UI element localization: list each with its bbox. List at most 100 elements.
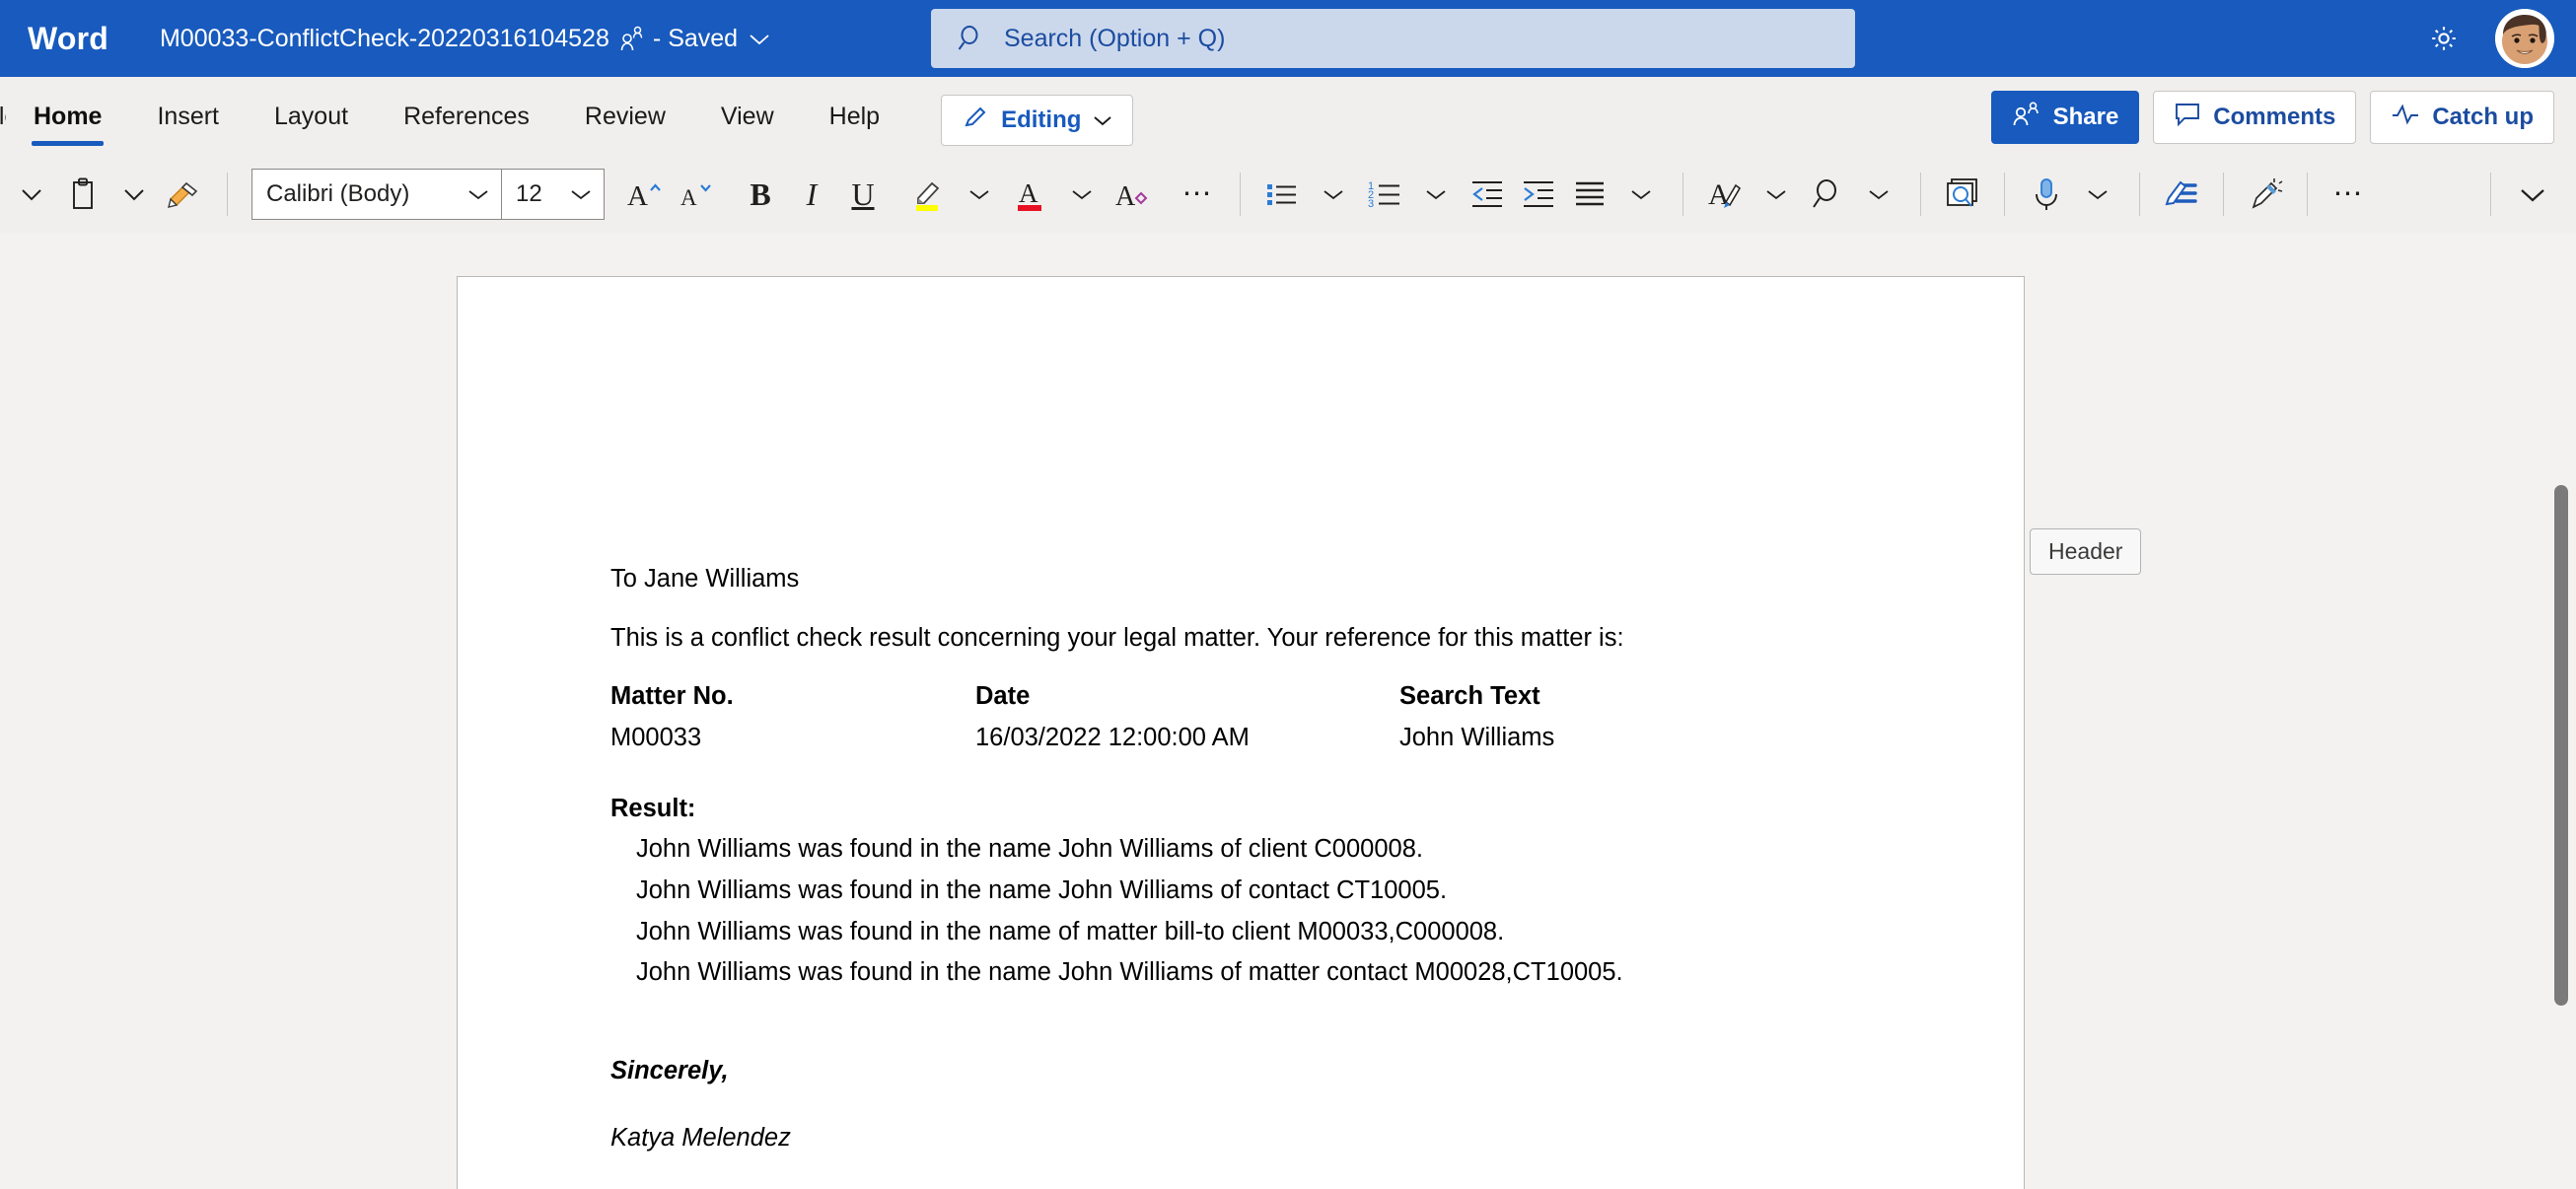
more-commands-dots: ⋯ — [2332, 177, 2366, 210]
designer-magic-icon[interactable] — [2240, 165, 2291, 224]
collapse-ribbon-chevron-icon[interactable] — [2507, 165, 2558, 224]
grow-font-icon[interactable]: A — [618, 165, 670, 224]
font-color-icon[interactable]: A — [1005, 165, 1056, 224]
tab-review[interactable]: Review — [557, 77, 693, 156]
align-left-icon[interactable] — [1564, 165, 1615, 224]
closing-line: Sincerely, — [610, 1056, 729, 1084]
clear-formatting-icon[interactable]: A — [1108, 165, 1159, 224]
toolbar-divider — [2223, 173, 2224, 216]
formatting-toolbar: Calibri (Body) 12 A A B I U A A ⋯ 1 2 3 … — [0, 156, 2576, 233]
activity-pulse-icon — [2391, 103, 2420, 133]
bulleted-list-icon[interactable] — [1256, 165, 1308, 224]
undo-chevron-icon[interactable] — [6, 165, 57, 224]
styles-chevron-icon[interactable] — [1751, 165, 1802, 224]
highlight-color-icon[interactable] — [902, 165, 954, 224]
tab-layout[interactable]: Layout — [247, 77, 376, 156]
tab-view[interactable]: View — [693, 77, 802, 156]
document-canvas[interactable]: To Jane Williams This is a conflict chec… — [0, 233, 2576, 1189]
shrink-font-icon[interactable]: A — [670, 165, 721, 224]
search-placeholder: Search (Option + Q) — [1004, 24, 1226, 52]
document-body[interactable]: To Jane Williams This is a conflict chec… — [610, 563, 1955, 1154]
find-chevron-icon[interactable] — [1853, 165, 1904, 224]
catch-up-button[interactable]: Catch up — [2370, 91, 2554, 144]
more-commands-icon[interactable]: ⋯ — [2324, 165, 2375, 224]
microphone-dictate-icon[interactable] — [2021, 165, 2072, 224]
format-painter-icon[interactable] — [160, 165, 211, 224]
tab-references[interactable]: References — [376, 77, 557, 156]
more-options-icon[interactable]: ⋯ — [1173, 165, 1224, 224]
result-label: Result: — [610, 794, 696, 822]
font-size-combobox[interactable]: 12 — [501, 170, 604, 219]
bullets-chevron-icon[interactable] — [1308, 165, 1359, 224]
font-name-value: Calibri (Body) — [266, 180, 410, 207]
paste-button[interactable] — [57, 165, 108, 224]
font-color-chevron-icon[interactable] — [1056, 165, 1108, 224]
immersive-reader-icon[interactable] — [1937, 165, 1988, 224]
tab-help[interactable]: Help — [802, 77, 907, 156]
toolbar-divider — [1920, 173, 1921, 216]
person-shared-icon — [619, 26, 645, 51]
tab-home[interactable]: Home — [6, 77, 129, 156]
increase-indent-icon[interactable] — [1513, 165, 1564, 224]
tab-references-label: References — [403, 102, 530, 130]
gear-icon[interactable] — [2416, 11, 2471, 66]
editing-mode-button[interactable]: Editing — [941, 95, 1134, 146]
ribbon-tabs-list: File Home Insert Layout References Revie… — [0, 77, 1134, 156]
share-button[interactable]: Share — [1990, 91, 2140, 144]
comments-button[interactable]: Comments — [2153, 91, 2357, 144]
result-line: John Williams was found in the name John… — [636, 835, 1423, 864]
toolbar-divider — [227, 173, 228, 216]
signature-block: Sincerely, Katya Melendez — [610, 1055, 1955, 1154]
tab-insert-label: Insert — [157, 102, 219, 130]
italic-label: I — [806, 175, 818, 212]
chevron-down-icon — [570, 180, 592, 208]
catch-up-label: Catch up — [2432, 104, 2534, 130]
header-region-badge[interactable]: Header — [2030, 528, 2142, 575]
save-status[interactable]: Saved — [668, 25, 738, 53]
numbered-list-icon[interactable]: 123 — [1359, 165, 1410, 224]
font-name-combobox[interactable]: Calibri (Body) — [252, 170, 501, 219]
vertical-scrollbar[interactable] — [2554, 473, 2568, 1189]
svg-text:A: A — [680, 185, 697, 210]
column-value-search-text: John Williams — [1399, 723, 1555, 751]
signature-name: Katya Melendez — [610, 1123, 791, 1152]
document-title-area[interactable]: M00033-ConflictCheck-20220316104528 - Sa… — [160, 25, 770, 53]
table-column-search-text: Search Text John Williams — [1399, 680, 1814, 754]
search-input[interactable]: Search (Option + Q) — [931, 9, 1855, 68]
find-icon[interactable] — [1802, 165, 1853, 224]
tab-insert[interactable]: Insert — [129, 77, 247, 156]
toolbar-divider — [1682, 173, 1683, 216]
bold-button[interactable]: B — [735, 165, 786, 224]
highlight-chevron-icon[interactable] — [954, 165, 1005, 224]
avatar[interactable] — [2495, 9, 2554, 68]
svg-text:A: A — [627, 180, 648, 212]
column-header-matter: Matter No. — [610, 682, 734, 711]
styles-icon[interactable]: A — [1699, 165, 1751, 224]
font-controls: Calibri (Body) 12 — [251, 169, 605, 220]
font-size-value: 12 — [516, 180, 542, 207]
align-chevron-icon[interactable] — [1615, 165, 1667, 224]
salutation-paragraph: To Jane Williams — [610, 565, 800, 593]
scrollbar-thumb[interactable] — [2554, 485, 2568, 1006]
editor-icon[interactable] — [2156, 165, 2207, 224]
result-line: John Williams was found in the name of m… — [636, 917, 1505, 945]
svg-text:A: A — [1019, 178, 1038, 208]
ribbon-right-actions: Share Comments Catch up — [1990, 91, 2554, 144]
paste-options-chevron-icon[interactable] — [108, 165, 160, 224]
underline-button[interactable]: U — [837, 165, 889, 224]
titlebar-right-controls — [2416, 0, 2576, 77]
chevron-down-icon[interactable] — [749, 25, 770, 53]
title-separator: - — [652, 24, 662, 52]
italic-button[interactable]: I — [786, 165, 837, 224]
document-name[interactable]: M00033-ConflictCheck-20220316104528 — [160, 25, 609, 53]
numbering-chevron-icon[interactable] — [1410, 165, 1462, 224]
word-app-logo[interactable]: Word — [28, 21, 108, 57]
result-line: John Williams was found in the name John… — [636, 958, 1623, 987]
dictate-chevron-icon[interactable] — [2072, 165, 2123, 224]
svg-text:3: 3 — [1368, 198, 1374, 210]
editing-mode-label: Editing — [1001, 106, 1082, 133]
document-page[interactable]: To Jane Williams This is a conflict chec… — [457, 276, 2025, 1189]
comments-label: Comments — [2213, 104, 2336, 130]
tab-review-label: Review — [584, 102, 666, 130]
decrease-indent-icon[interactable] — [1462, 165, 1513, 224]
